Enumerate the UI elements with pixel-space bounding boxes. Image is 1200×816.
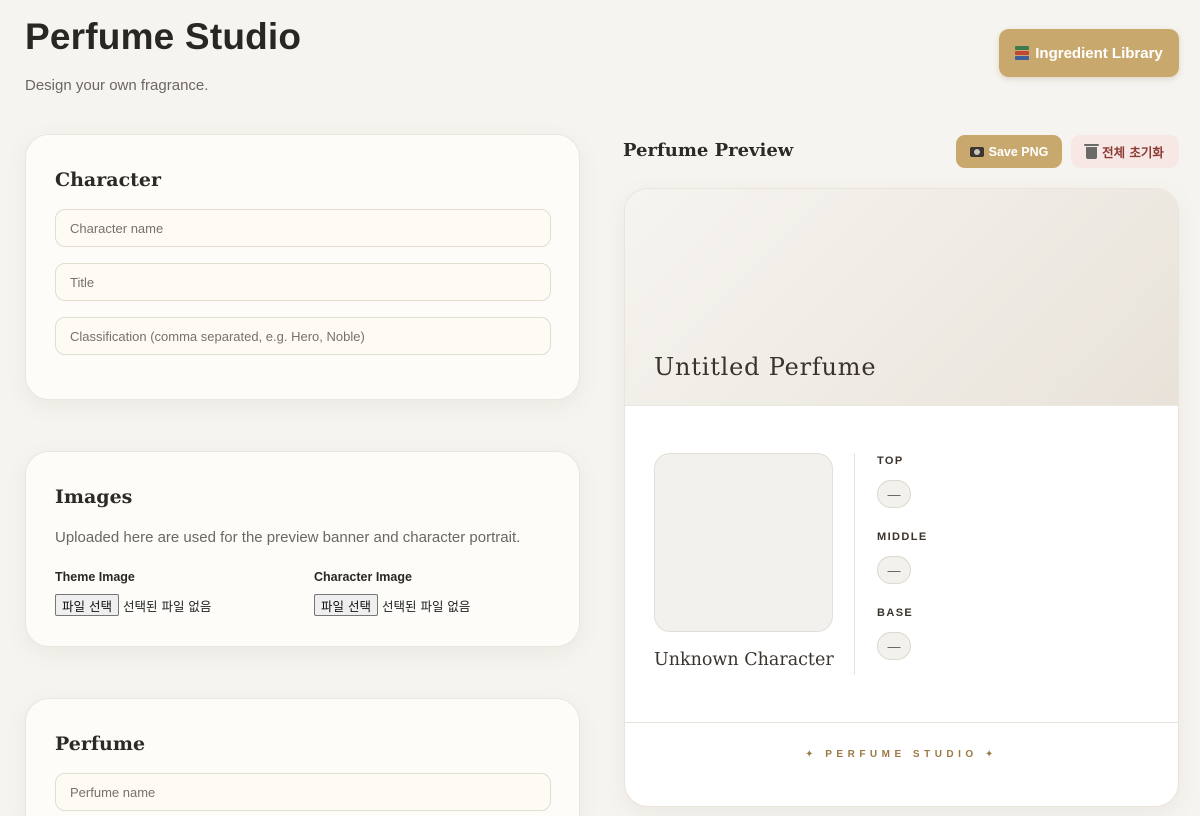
theme-image-group: Theme Image 파일 선택 선택된 파일 없음 bbox=[55, 570, 211, 616]
character-image-status: 선택된 파일 없음 bbox=[381, 598, 471, 614]
images-card-title: Images bbox=[55, 486, 133, 508]
perfume-preview-card: Untitled Perfume Unknown Character TOP —… bbox=[624, 188, 1179, 807]
save-png-label: Save PNG bbox=[988, 144, 1049, 159]
app-subtitle: Design your own fragrance. bbox=[25, 77, 209, 94]
reset-all-label: 전체 초기화 bbox=[1102, 145, 1164, 160]
character-card: Character bbox=[25, 134, 580, 400]
save-png-button[interactable]: Save PNG bbox=[956, 135, 1062, 168]
note-label-middle: MIDDLE bbox=[877, 531, 928, 543]
app-title: Perfume Studio bbox=[25, 16, 302, 57]
character-image-file-button[interactable]: 파일 선택 bbox=[314, 594, 378, 616]
character-title-input[interactable] bbox=[55, 263, 551, 301]
images-description: Uploaded here are used for the preview b… bbox=[55, 529, 521, 546]
trash-icon bbox=[1084, 143, 1100, 159]
images-card: Images Uploaded here are used for the pr… bbox=[25, 451, 580, 647]
theme-image-label: Theme Image bbox=[55, 570, 135, 584]
theme-image-file-button[interactable]: 파일 선택 bbox=[55, 594, 119, 616]
ingredient-library-label: Ingredient Library bbox=[1035, 44, 1163, 62]
character-portrait bbox=[654, 453, 833, 632]
note-chip-middle: — bbox=[877, 556, 911, 584]
note-chip-base: — bbox=[877, 632, 911, 660]
theme-image-status: 선택된 파일 없음 bbox=[122, 598, 212, 614]
note-label-base: BASE bbox=[877, 607, 914, 619]
perfume-studio-page: Perfume Studio Design your own fragrance… bbox=[0, 0, 1200, 816]
preview-character-name: Unknown Character bbox=[654, 650, 834, 670]
character-card-title: Character bbox=[55, 169, 162, 191]
camera-icon bbox=[969, 146, 984, 157]
preview-perfume-name: Untitled Perfume bbox=[654, 353, 877, 381]
preview-footer-divider bbox=[625, 722, 1178, 723]
character-name-input[interactable] bbox=[55, 209, 551, 247]
classification-input[interactable] bbox=[55, 317, 551, 355]
preview-heading: Perfume Preview bbox=[623, 140, 794, 161]
preview-banner: Untitled Perfume bbox=[625, 189, 1178, 406]
perfume-card: Perfume bbox=[25, 698, 580, 816]
character-image-label: Character Image bbox=[314, 570, 412, 584]
character-image-group: Character Image 파일 선택 선택된 파일 없음 bbox=[314, 570, 470, 616]
perfume-card-title: Perfume bbox=[55, 733, 146, 755]
perfume-name-input[interactable] bbox=[55, 773, 551, 811]
note-label-top: TOP bbox=[877, 455, 904, 467]
reset-all-button[interactable]: 전체 초기화 bbox=[1071, 135, 1179, 168]
ingredient-library-button[interactable]: Ingredient Library bbox=[999, 29, 1179, 77]
preview-footer-brand: ✦ PERFUME STUDIO ✦ bbox=[805, 749, 998, 760]
note-chip-top: — bbox=[877, 480, 911, 508]
notes-divider bbox=[854, 453, 855, 675]
books-icon bbox=[1015, 46, 1030, 60]
